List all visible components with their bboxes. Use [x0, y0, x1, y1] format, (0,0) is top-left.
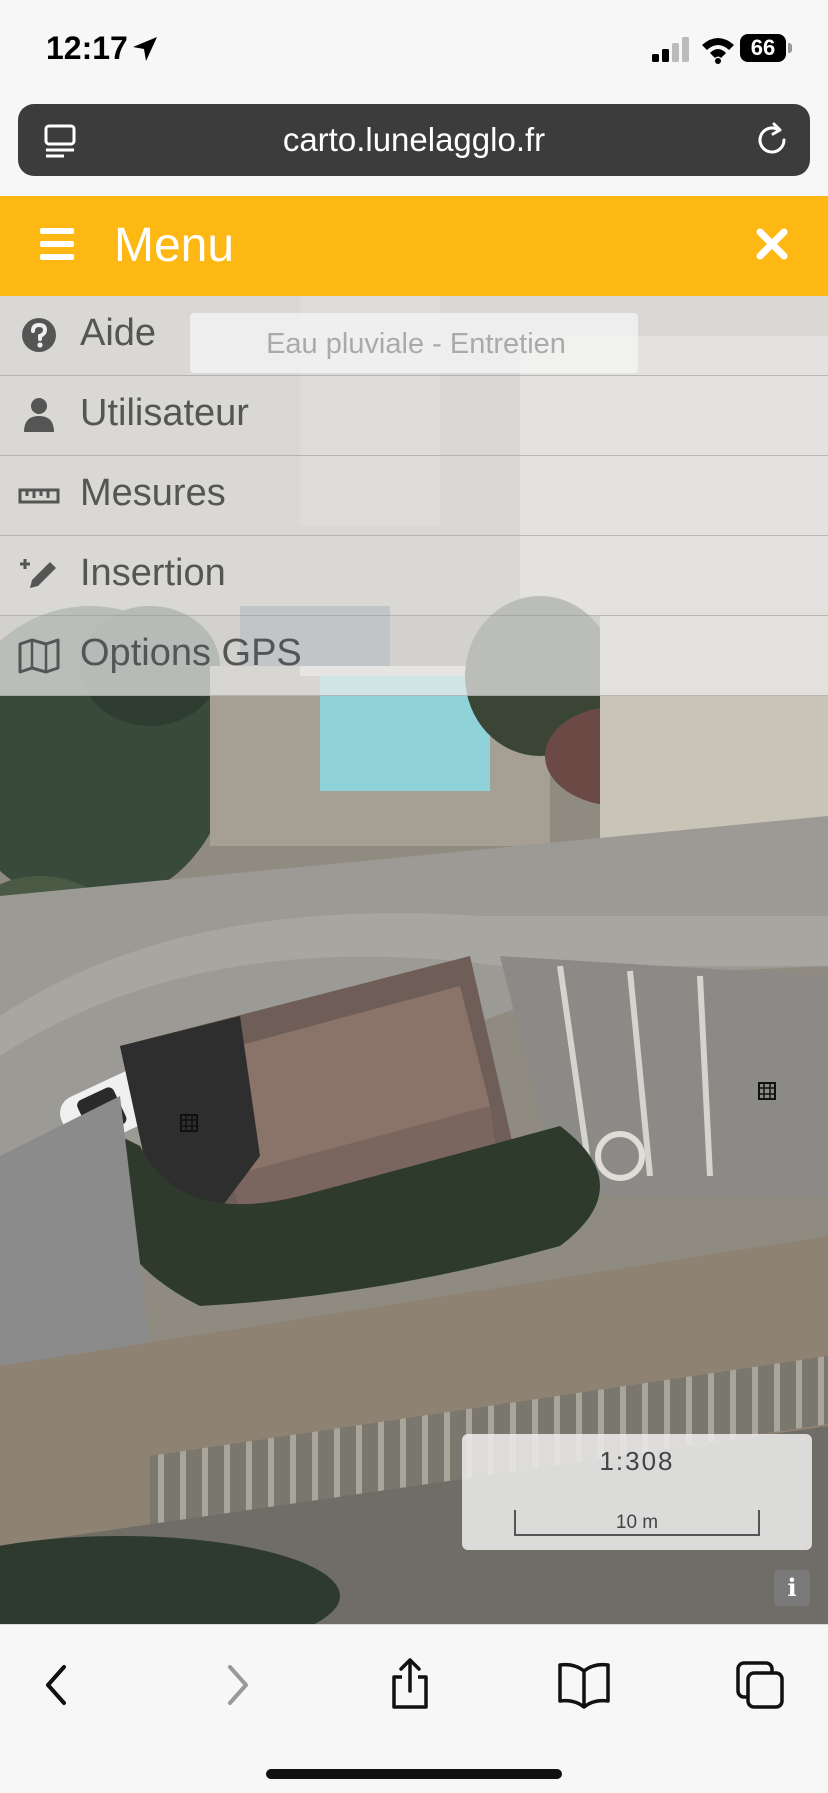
- menu-item-insertion[interactable]: Insertion: [0, 536, 828, 616]
- edit-icon: [20, 559, 56, 588]
- grid-marker-icon[interactable]: [758, 1082, 776, 1100]
- scale-widget: 1:308 10 m: [462, 1434, 812, 1550]
- cellular-signal-icon: [652, 37, 689, 62]
- menu-header: Menu: [0, 196, 828, 296]
- info-button[interactable]: i: [774, 1570, 810, 1606]
- close-icon[interactable]: [752, 224, 792, 264]
- home-indicator: [266, 1769, 562, 1779]
- search-input[interactable]: [190, 313, 642, 375]
- user-icon: [24, 398, 54, 432]
- reload-icon[interactable]: [754, 122, 790, 158]
- wifi-icon: [702, 38, 734, 64]
- search-box[interactable]: [190, 313, 642, 375]
- menu-item-label: Options GPS: [80, 632, 302, 674]
- status-time: 12:17: [46, 30, 128, 66]
- address-bar[interactable]: carto.lunelagglo.fr: [18, 104, 810, 176]
- bookmarks-icon[interactable]: [554, 1655, 614, 1715]
- map-icon: [18, 638, 60, 674]
- grid-marker-icon[interactable]: [180, 1114, 198, 1132]
- menu-item-label: Utilisateur: [80, 392, 249, 434]
- tabs-icon[interactable]: [730, 1655, 790, 1715]
- battery-level: 66: [740, 34, 786, 62]
- back-icon[interactable]: [28, 1655, 88, 1715]
- menu-title: Menu: [114, 219, 235, 272]
- menu-item-label: Mesures: [80, 472, 226, 514]
- battery-icon: 66: [740, 34, 792, 64]
- help-icon: [22, 318, 56, 352]
- status-bar: 12:17 66: [0, 0, 828, 100]
- location-arrow-icon: [133, 37, 157, 61]
- scale-ratio: 1:308: [599, 1446, 675, 1476]
- url-text[interactable]: carto.lunelagglo.fr: [18, 104, 810, 176]
- browser-toolbar: [0, 1624, 828, 1793]
- menu-item-options-gps[interactable]: Options GPS: [0, 616, 828, 696]
- menu-item-label: Aide: [80, 312, 157, 354]
- menu-item-utilisateur[interactable]: Utilisateur: [0, 376, 828, 456]
- menu-item-mesures[interactable]: Mesures: [0, 456, 828, 536]
- hamburger-icon[interactable]: [40, 228, 74, 260]
- scale-distance: 10 m: [615, 1512, 659, 1533]
- menu-item-label: Insertion: [80, 552, 226, 594]
- ruler-icon: [18, 488, 60, 504]
- forward-icon[interactable]: [206, 1655, 266, 1715]
- share-icon[interactable]: [380, 1655, 440, 1715]
